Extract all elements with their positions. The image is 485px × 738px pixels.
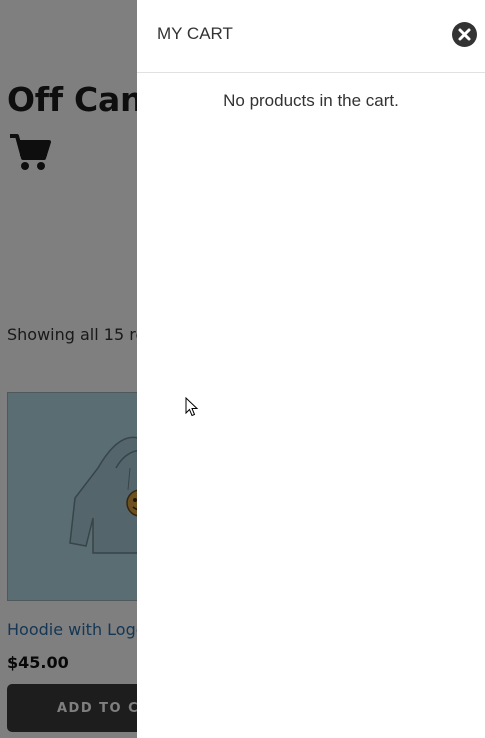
cart-empty-message: No products in the cart. xyxy=(223,91,399,110)
cart-panel: MY CART No products in the cart. xyxy=(137,0,485,738)
close-button[interactable] xyxy=(452,22,477,47)
mouse-cursor-icon xyxy=(185,397,199,417)
cart-header: MY CART xyxy=(137,0,485,73)
close-icon xyxy=(458,28,471,41)
page: Off Canvas Showing all 15 results Hoodie… xyxy=(0,0,485,738)
cart-title: MY CART xyxy=(157,24,233,43)
